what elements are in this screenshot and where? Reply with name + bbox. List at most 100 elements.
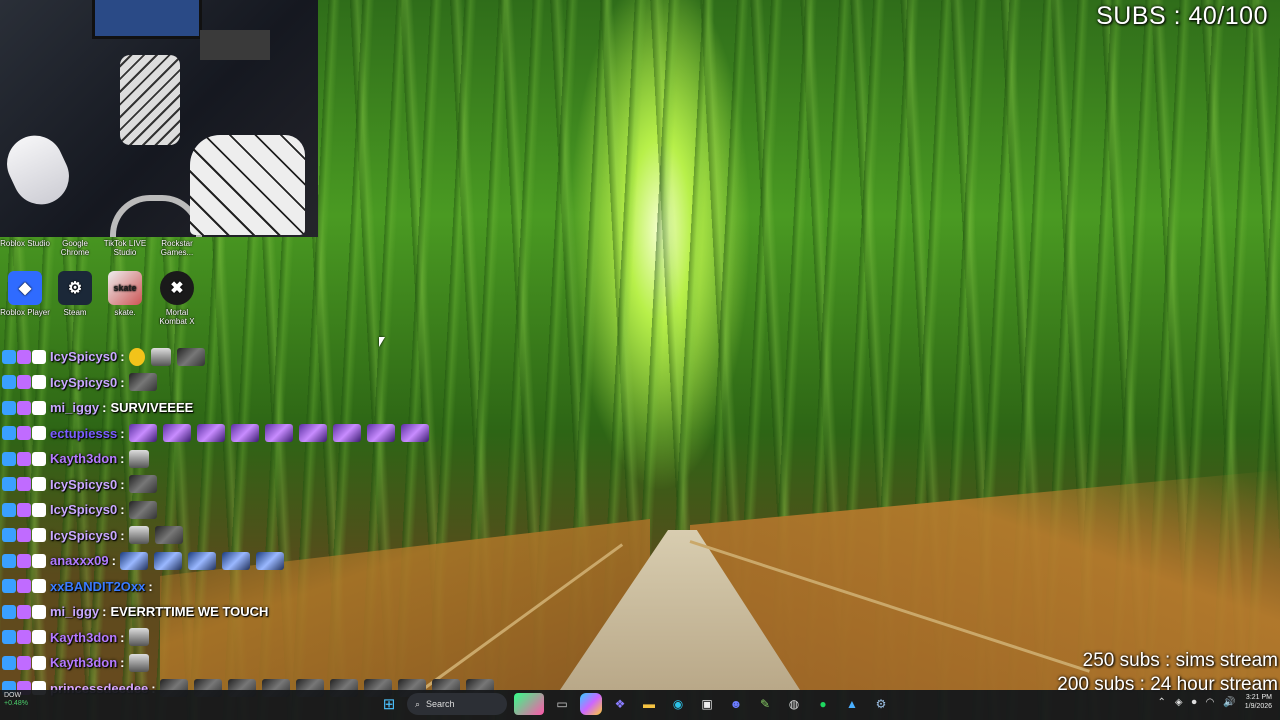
desktop-icon-tiktok-live-studio[interactable]: TikTok LIVE Studio	[100, 239, 150, 257]
desktop-icon-mortal-kombat-x[interactable]: ✖ Mortal Kombat X	[152, 271, 202, 326]
file-icon[interactable]: ▭	[551, 693, 573, 715]
desktop-icon-skate[interactable]: skate skate.	[100, 271, 150, 317]
chat-separator: :	[102, 604, 107, 620]
emote-icon	[176, 347, 205, 366]
wifi-icon[interactable]: ◠	[1206, 697, 1215, 708]
badge-icon	[17, 655, 31, 670]
badge-icon	[32, 553, 46, 568]
desktop-icon-rockstar-games[interactable]: Rockstar Games...	[152, 239, 202, 257]
desktop-icon-label: Rockstar Games...	[160, 239, 194, 257]
desktop-icon-google-chrome[interactable]: Google Chrome	[50, 239, 100, 257]
desktop-icon-label: TikTok LIVE Studio	[103, 239, 147, 257]
photos-icon[interactable]: ▲	[841, 693, 863, 715]
chat-separator: :	[120, 451, 125, 467]
badge-icon	[2, 375, 16, 390]
chat-badges	[2, 528, 46, 543]
badge-icon	[32, 579, 46, 594]
chat-separator: :	[120, 374, 125, 390]
chat-overlay: IcySpicys0: IcySpicys0: mi_iggy: SURVIVEEEE…	[0, 344, 494, 701]
emote-icon	[153, 551, 182, 570]
emote-icon	[128, 653, 149, 672]
badge-icon	[17, 579, 31, 594]
chat-message: IcySpicys0:	[0, 472, 420, 498]
chat-separator: :	[120, 629, 125, 645]
desktop-icon-label: skate.	[114, 308, 136, 317]
chat-message: IcySpicys0:	[0, 497, 420, 523]
chat-username: Kayth3don	[50, 629, 118, 645]
chat-separator: :	[111, 553, 116, 569]
badge-icon	[32, 349, 46, 364]
widgets-icon[interactable]	[514, 693, 544, 715]
microphone-icon[interactable]: ⏺	[1192, 697, 1197, 708]
badge-icon	[32, 400, 46, 415]
discord-icon[interactable]: ☻	[725, 693, 747, 715]
badge-icon	[2, 528, 16, 543]
chat-separator: :	[148, 578, 153, 594]
edge-icon[interactable]: ◉	[667, 693, 689, 715]
emote-icon	[400, 424, 429, 443]
badge-icon	[2, 553, 16, 568]
emote-icon	[128, 373, 157, 392]
emote-icon	[128, 475, 157, 494]
chat-badges	[2, 604, 46, 619]
chat-badges	[2, 655, 46, 670]
app-icon[interactable]: ✎	[754, 693, 776, 715]
badge-icon	[32, 426, 46, 441]
desktop-icon-label: Roblox Studio	[0, 239, 50, 248]
chat-separator: :	[120, 349, 125, 365]
chat-username: ectupiesss	[50, 425, 118, 441]
clock[interactable]: 3:21 PM 1/9/2026	[1245, 693, 1272, 711]
webcam-chair	[110, 195, 202, 237]
stock-name: DOW	[4, 692, 22, 699]
badge-icon	[2, 451, 16, 466]
badge-icon	[32, 375, 46, 390]
emote-icon	[221, 551, 250, 570]
mortal-kombat-icon: ✖	[160, 271, 194, 305]
badge-icon	[32, 604, 46, 619]
desktop-icon-label: Google Chrome	[60, 239, 90, 257]
chat-badges	[2, 400, 46, 415]
badge-icon	[2, 400, 16, 415]
chat-message: IcySpicys0:	[0, 344, 420, 370]
desktop-icon-steam[interactable]: ⚙ Steam	[50, 271, 100, 317]
store-icon[interactable]: ▣	[696, 693, 718, 715]
badge-icon	[32, 655, 46, 670]
file-explorer-icon[interactable]: ▬	[638, 693, 660, 715]
volume-icon[interactable]: 🔊	[1223, 697, 1235, 708]
desktop-icon-roblox-player[interactable]: ◆ Roblox Player	[0, 271, 50, 317]
search-box[interactable]: ⌕ Search	[407, 693, 507, 715]
steam-icon[interactable]: ⚙	[870, 693, 892, 715]
chevron-up-icon[interactable]: ⌃	[1157, 697, 1165, 708]
chat-username: mi_iggy	[50, 604, 100, 620]
network-icon[interactable]: ◈	[1175, 697, 1183, 708]
stock-widget[interactable]: DOW +0.48%	[4, 692, 28, 708]
badge-icon	[17, 451, 31, 466]
badge-icon	[17, 477, 31, 492]
emote-icon	[187, 551, 216, 570]
goal-line: 250 subs : sims stream	[1082, 650, 1278, 671]
clock-time: 3:21 PM	[1245, 694, 1272, 701]
chat-message: mi_iggy: EVERRTTIME WE TOUCH	[0, 599, 420, 625]
chat-text: SURVIVEEEE	[110, 400, 194, 416]
skate-icon: skate	[108, 271, 142, 305]
spotify-icon[interactable]: ●	[812, 693, 834, 715]
chat-separator: :	[120, 476, 125, 492]
chat-badges	[2, 630, 46, 645]
subs-counter: SUBS : 40/100	[1096, 2, 1268, 30]
obs-icon[interactable]: ◍	[783, 693, 805, 715]
copilot-icon[interactable]	[580, 693, 602, 715]
desktop-icon-roblox-studio[interactable]: Roblox Studio	[0, 239, 50, 248]
chat-separator: :	[120, 527, 125, 543]
emote-icon	[119, 551, 148, 570]
badge-icon	[2, 502, 16, 517]
chat-badges	[2, 553, 46, 568]
chat-message: IcySpicys0:	[0, 523, 420, 549]
badge-icon	[2, 604, 16, 619]
teams-icon[interactable]: ❖	[609, 693, 631, 715]
emote-icon	[162, 424, 191, 443]
emote-icon	[128, 628, 149, 647]
start-button[interactable]: ⊞	[378, 693, 400, 715]
desktop-icon-label: Mortal Kombat X	[159, 308, 195, 326]
chat-separator: :	[120, 655, 125, 671]
system-tray: ⌃ ◈ ⏺ ◠ 🔊 3:21 PM 1/9/2026	[1157, 693, 1272, 711]
